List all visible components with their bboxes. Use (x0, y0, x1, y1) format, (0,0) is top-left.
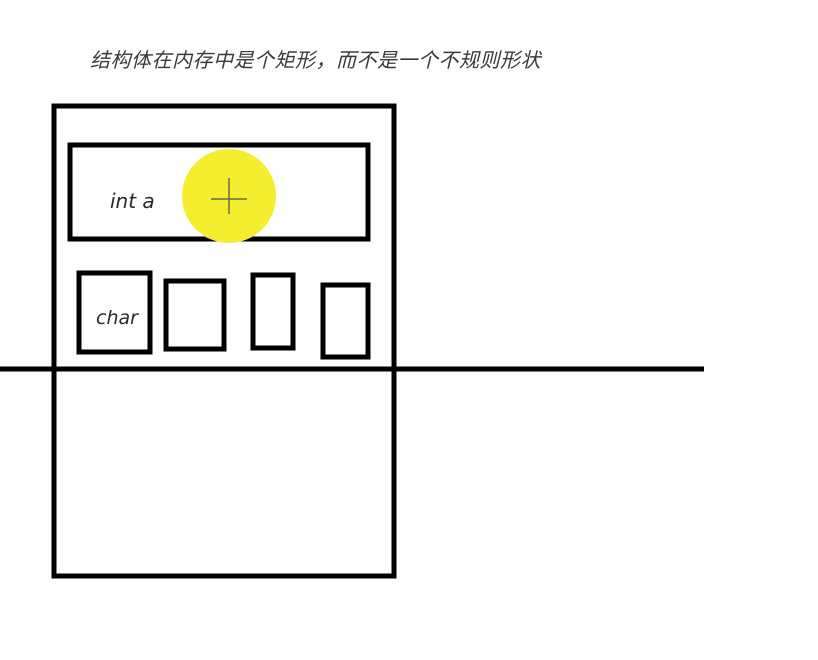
char-field-label: char (96, 307, 139, 329)
crosshair-cursor-icon (182, 149, 276, 243)
byte-box-4 (320, 282, 371, 360)
byte-box-3 (250, 272, 296, 351)
struct-memory-diagram: int a char (0, 103, 704, 579)
int-field-label: int a (110, 189, 155, 213)
whiteboard-canvas: 结构体在内存中是个矩形，而不是一个不规则形状 int a char (0, 0, 818, 660)
byte-box-2 (163, 278, 227, 352)
